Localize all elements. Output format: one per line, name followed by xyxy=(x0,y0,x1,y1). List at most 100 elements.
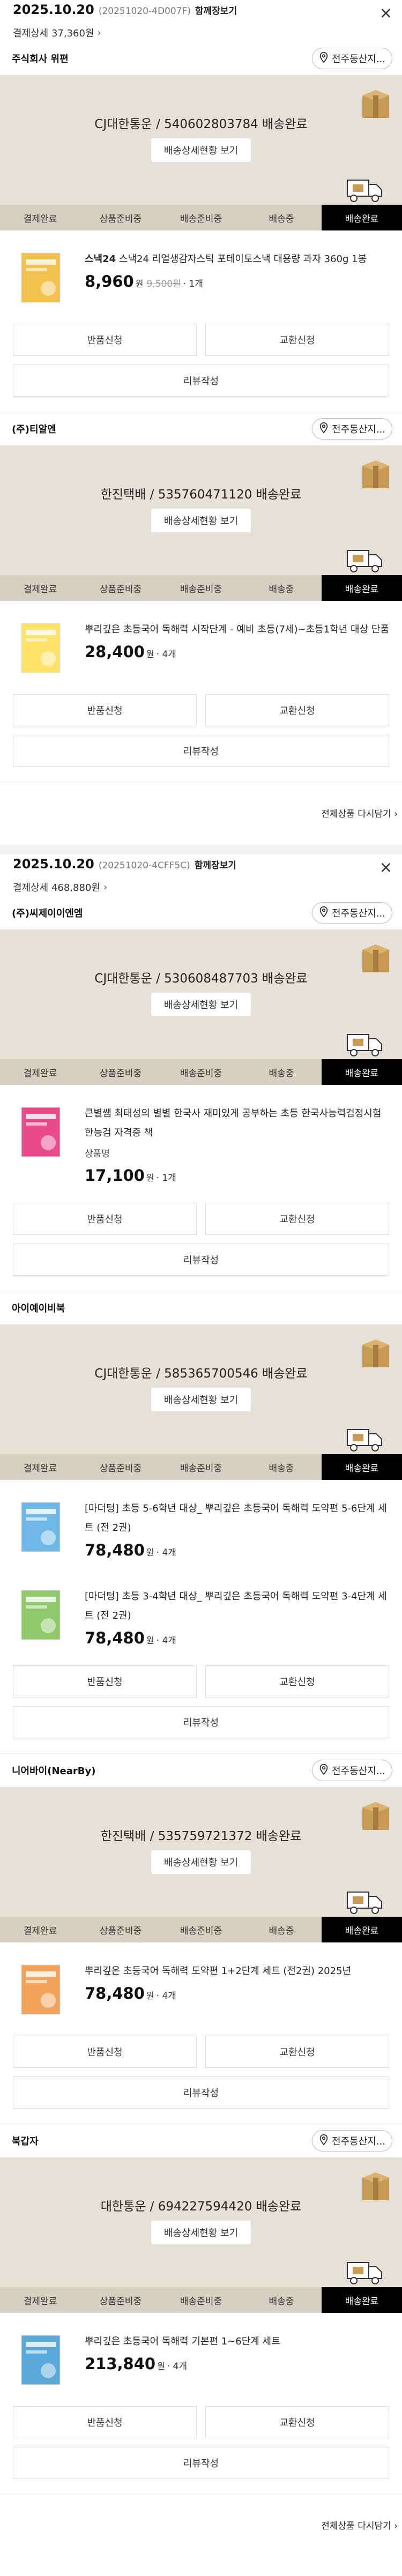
product-title[interactable]: 큰별쌤 최태성의 별별 한국사 재미있게 공부하는 초등 한국사능력검정시험 한… xyxy=(85,1104,389,1143)
product-title-text: 큰별쌤 최태성의 별별 한국사 재미있게 공부하는 초등 한국사능력검정시험 한… xyxy=(85,1108,382,1138)
tracking-detail-button[interactable]: 배송상세현황 보기 xyxy=(151,993,251,1016)
product-title-text: [마더텅] 초등 5-6학년 대상_ 뿌리깊은 초등국어 독해력 도약편 5-6… xyxy=(85,1503,387,1533)
seller-name: (주)씨제이이엔엠 xyxy=(12,908,83,919)
exchange-request-button[interactable]: 교환신청 xyxy=(205,2406,389,2438)
product-info: [마더텅] 초등 3-4학년 대상_ 뿌리깊은 초등국어 독해력 도약편 3-4… xyxy=(85,1587,389,1647)
store-location-button[interactable]: 전주동산지... xyxy=(312,48,392,69)
payment-detail-text: 결제상세 37,360원 xyxy=(13,28,94,39)
order-number: (20251020-4CFF5C) xyxy=(98,860,190,871)
order-number: (20251020-4D007F) xyxy=(98,6,191,17)
reorder-all-link[interactable]: 전체상품 다시담기 › xyxy=(0,2495,402,2541)
product-info: 뿌리깊은 초등국어 독해력 기본편 1~6단계 세트 213,840 원 · 4개 xyxy=(85,2332,389,2388)
product-title[interactable]: 뿌리깊은 초등국어 독해력 시작단계 - 예비 초등(7세)~초등1학년 대상 … xyxy=(85,620,389,639)
product-title[interactable]: 스낵24 스낵24 리얼생감자스틱 포테이토스낵 대용량 과자 360g 1봉 xyxy=(85,250,389,269)
return-request-button[interactable]: 반품신청 xyxy=(13,1203,197,1235)
store-location-button[interactable]: 전주동산지... xyxy=(312,2130,392,2151)
tracking-detail-button[interactable]: 배송상세현황 보기 xyxy=(151,1388,251,1411)
order-actions: 반품신청 교환신청리뷰작성 xyxy=(0,2036,402,2109)
exchange-request-button[interactable]: 교환신청 xyxy=(205,694,389,726)
progress-step: 배송중 xyxy=(269,1068,294,1079)
seller-row: (주)씨제이이엔엠 전주동산지... xyxy=(0,896,402,929)
reorder-all-link[interactable]: 전체상품 다시담기 › xyxy=(0,783,402,829)
store-location-label: 전주동산지... xyxy=(332,1766,385,1777)
product-title-text: [마더텅] 초등 3-4학년 대상_ 뿌리깊은 초등국어 독해력 도약편 3-4… xyxy=(85,1591,387,1621)
seller-name: (주)티알엔 xyxy=(12,424,56,435)
return-request-button[interactable]: 반품신청 xyxy=(13,694,197,726)
progress-step: 상품준비중 xyxy=(99,2296,142,2307)
exchange-request-button[interactable]: 교환신청 xyxy=(205,1665,389,1698)
tracking-detail-button[interactable]: 배송상세현황 보기 xyxy=(151,2221,251,2244)
order-title-row: 2025.10.20 (20251020-4CFF5C) 함께장보기 xyxy=(13,854,389,878)
write-review-button[interactable]: 리뷰작성 xyxy=(13,1706,389,1738)
progress-step: 배송중 xyxy=(269,1925,294,1937)
store-location-button[interactable]: 전주동산지... xyxy=(312,418,392,440)
seller-name: 북갑자 xyxy=(12,2136,39,2147)
product-thumbnail[interactable] xyxy=(13,250,69,306)
payment-detail-link[interactable]: 결제상세 468,880원 › xyxy=(13,878,389,896)
product-title[interactable]: 뿌리깊은 초등국어 독해력 도약편 1+2단계 세트 (전2권) 2025년 xyxy=(85,1962,389,1981)
write-review-button[interactable]: 리뷰작성 xyxy=(13,364,389,397)
write-review-button[interactable]: 리뷰작성 xyxy=(13,1244,389,1276)
chevron-right-icon: › xyxy=(97,27,101,39)
seller-section: 주식회사 위편 전주동산지... CJ대한통운 / 540602803784 배송완… xyxy=(0,42,402,412)
product-thumbnail[interactable] xyxy=(13,1104,69,1160)
product-title[interactable]: [마더텅] 초등 3-4학년 대상_ 뿌리깊은 초등국어 독해력 도약편 3-4… xyxy=(85,1587,389,1626)
progress-step: 상품준비중 xyxy=(99,1068,142,1079)
product-item[interactable]: [마더텅] 초등 3-4학년 대상_ 뿌리깊은 초등국어 독해력 도약편 3-4… xyxy=(0,1568,402,1656)
order-actions: 반품신청 교환신청리뷰작성 xyxy=(0,1203,402,1276)
write-review-button[interactable]: 리뷰작성 xyxy=(13,2076,389,2109)
exchange-request-button[interactable]: 교환신청 xyxy=(205,2036,389,2068)
close-icon[interactable]: × xyxy=(376,858,396,877)
product-item[interactable]: 스낵24 스낵24 리얼생감자스틱 포테이토스낵 대용량 과자 360g 1봉 8… xyxy=(0,230,402,314)
exchange-request-button[interactable]: 교환신청 xyxy=(205,1203,389,1235)
product-item[interactable]: 뿌리깊은 초등국어 독해력 시작단계 - 예비 초등(7세)~초등1학년 대상 … xyxy=(0,601,402,684)
product-item[interactable]: 큰별쌤 최태성의 별별 한국사 재미있게 공부하는 초등 한국사능력검정시험 한… xyxy=(0,1085,402,1193)
product-item[interactable]: [마더텅] 초등 5-6학년 대상_ 뿌리깊은 초등국어 독해력 도약편 5-6… xyxy=(0,1480,402,1568)
product-price: 8,960 xyxy=(85,272,134,291)
product-thumbnail[interactable] xyxy=(13,620,69,676)
price-row: 78,480 원 · 4개 xyxy=(85,1541,389,1559)
order-actions: 반품신청 교환신청리뷰작성 xyxy=(0,694,402,767)
delivery-progress-steps: 결제완료 상품준비중 배송준비중 배송중 배송완료 xyxy=(0,1917,402,1942)
currency-unit: 원 xyxy=(135,279,144,289)
delivery-status-panel: CJ대한통운 / 540602803784 배송완료 배송상세현황 보기 결제완료 상… xyxy=(0,75,402,230)
location-pin-icon xyxy=(318,422,330,436)
product-item[interactable]: 뿌리깊은 초등국어 독해력 기본편 1~6단계 세트 213,840 원 · 4개 xyxy=(0,2313,402,2396)
product-price: 78,480 xyxy=(85,1984,145,2002)
currency-unit: 원 xyxy=(146,649,154,659)
product-thumbnail[interactable] xyxy=(13,1962,69,2017)
delivery-progress-steps: 결제완료 상품준비중 배송준비중 배송중 배송완료 xyxy=(0,205,402,230)
return-request-button[interactable]: 반품신청 xyxy=(13,1665,197,1698)
close-icon[interactable]: × xyxy=(376,3,396,23)
store-location-button[interactable]: 전주동산지... xyxy=(312,902,392,924)
progress-step: 배송중 xyxy=(269,2296,294,2307)
product-item[interactable]: 뿌리깊은 초등국어 독해력 도약편 1+2단계 세트 (전2권) 2025년 78… xyxy=(0,1942,402,2026)
product-thumbnail[interactable] xyxy=(13,1587,69,1643)
product-title[interactable]: 뿌리깊은 초등국어 독해력 기본편 1~6단계 세트 xyxy=(85,2332,389,2351)
return-request-button[interactable]: 반품신청 xyxy=(13,2036,197,2068)
payment-detail-link[interactable]: 결제상세 37,360원 › xyxy=(13,24,389,42)
progress-step: 배송준비중 xyxy=(180,1925,222,1937)
product-thumbnail[interactable] xyxy=(13,2332,69,2388)
product-thumbnail[interactable] xyxy=(13,1499,69,1555)
progress-step: 배송준비중 xyxy=(180,1463,222,1474)
tracking-detail-button[interactable]: 배송상세현황 보기 xyxy=(151,138,251,162)
write-review-button[interactable]: 리뷰작성 xyxy=(13,2447,389,2479)
courier-tracking-text: CJ대한통운 / 585365700546 배송완료 xyxy=(94,1367,308,1381)
product-option: 상품명 xyxy=(85,1149,110,1159)
seller-section: 아이예이비북 CJ대한통운 / 585365700546 배송완료 배송상세현황 보… xyxy=(0,1291,402,1754)
write-review-button[interactable]: 리뷰작성 xyxy=(13,735,389,767)
store-location-label: 전주동산지... xyxy=(332,424,385,435)
seller-row: (주)티알엔 전주동산지... xyxy=(0,412,402,445)
return-request-button[interactable]: 반품신청 xyxy=(13,324,197,356)
product-title[interactable]: [마더텅] 초등 5-6학년 대상_ 뿌리깊은 초등국어 독해력 도약편 5-6… xyxy=(85,1499,389,1538)
exchange-request-button[interactable]: 교환신청 xyxy=(205,324,389,356)
tracking-detail-button[interactable]: 배송상세현황 보기 xyxy=(151,1850,251,1874)
progress-step: 배송중 xyxy=(269,1463,294,1474)
currency-unit: 원 xyxy=(157,2361,165,2371)
progress-step: 결제완료 xyxy=(23,213,57,225)
store-location-button[interactable]: 전주동산지... xyxy=(312,1760,392,1781)
delivery-truck-icon xyxy=(345,1424,384,1454)
return-request-button[interactable]: 반품신청 xyxy=(13,2406,197,2438)
tracking-detail-button[interactable]: 배송상세현황 보기 xyxy=(151,509,251,532)
